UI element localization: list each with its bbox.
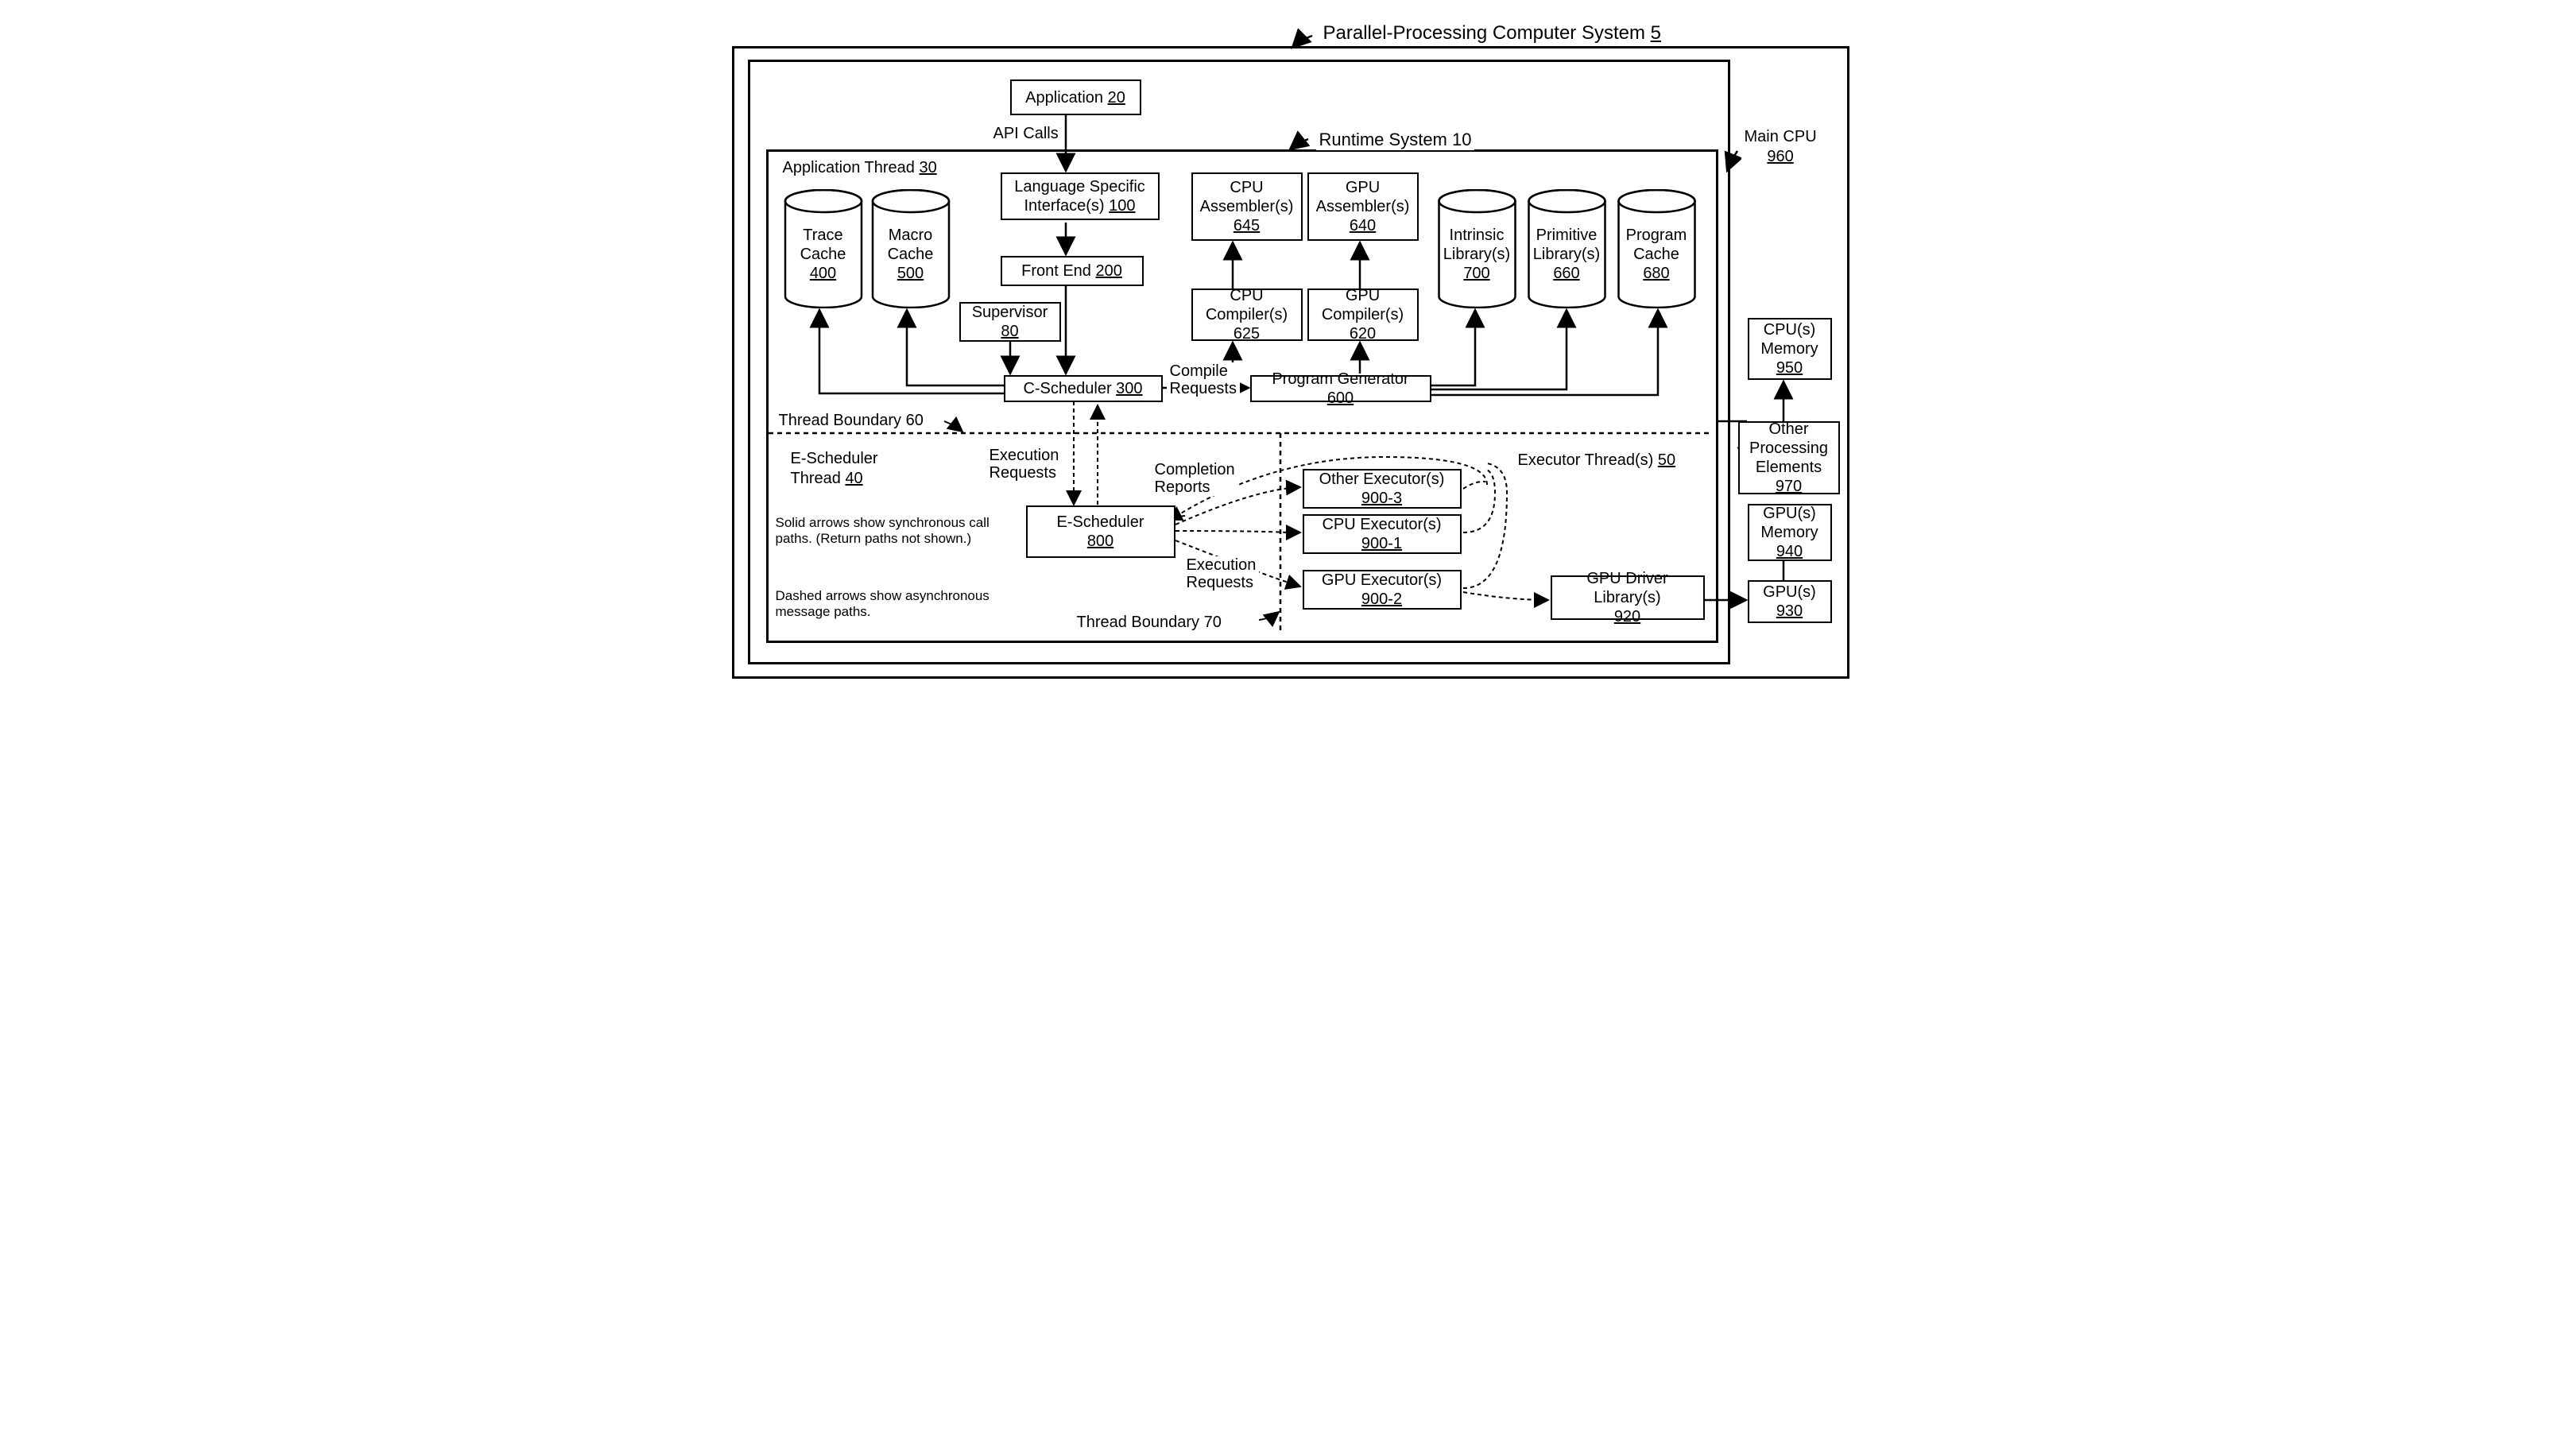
cpu-exec-box: CPU Executor(s)900-1 [1303, 514, 1462, 554]
main-cpu-label: Main CPU960 [1741, 127, 1820, 167]
cpu-comp-box: CPU Compiler(s)625 [1191, 288, 1303, 341]
thread70-label: Thread Boundary 70 [1074, 614, 1225, 632]
api-calls-label: API Calls [990, 125, 1062, 143]
macro-cache-cyl: Macro Cache500 [871, 189, 951, 308]
gpu-exec-box: GPU Executor(s)900-2 [1303, 570, 1462, 610]
note2-label: Dashed arrows show asynchronous message … [776, 588, 1006, 621]
application-box: Application 20 [1010, 79, 1141, 115]
supervisor-box: Supervisor80 [959, 302, 1061, 342]
comp-rep-label: CompletionReports [1152, 461, 1238, 496]
trace-cache-cyl: Trace Cache400 [784, 189, 863, 308]
exec-threads-label: Executor Thread(s) 50 [1515, 451, 1679, 470]
gpu-comp-box: GPU Compiler(s)620 [1307, 288, 1419, 341]
gpus-box: GPU(s)930 [1748, 580, 1832, 623]
runtime-label: Runtime System 10 [1316, 130, 1475, 150]
csched-box: C-Scheduler 300 [1004, 375, 1163, 402]
gpu-asm-box: GPU Assembler(s)640 [1307, 172, 1419, 241]
app-thread-label: Application Thread 30 [780, 159, 940, 177]
other-exec-box: Other Executor(s)900-3 [1303, 469, 1462, 509]
esched-thread-label: E-Scheduler Thread 40 [788, 449, 913, 489]
exec-req-label-2: ExecutionRequests [1183, 556, 1260, 591]
esched-box: E-Scheduler800 [1026, 505, 1175, 558]
exec-req-label-1: ExecutionRequests [986, 447, 1063, 482]
pgen-box: Program Generator 600 [1250, 375, 1431, 402]
program-cache-cyl: Program Cache680 [1615, 189, 1698, 308]
intrinsic-cyl: Intrinsic Library(s)700 [1435, 189, 1519, 308]
primitive-cyl: Primitive Library(s)660 [1525, 189, 1609, 308]
system-title: Parallel-Processing Computer System 5 [1320, 22, 1665, 45]
compile-req-label: CompileRequests [1167, 362, 1241, 397]
cpu-asm-box: CPU Assembler(s)645 [1191, 172, 1303, 241]
frontend-box: Front End 200 [1001, 256, 1144, 286]
cpus-mem-box: CPU(s) Memory950 [1748, 318, 1832, 380]
other-pe-box: Other Processing Elements970 [1738, 421, 1840, 494]
gpu-driver-box: GPU Driver Library(s)920 [1551, 575, 1705, 620]
gpus-mem-box: GPU(s) Memory940 [1748, 504, 1832, 561]
note1-label: Solid arrows show synchronous call paths… [776, 515, 1006, 548]
lsi-box: Language Specific Interface(s) 100 [1001, 172, 1160, 220]
thread60-label: Thread Boundary 60 [776, 412, 927, 430]
